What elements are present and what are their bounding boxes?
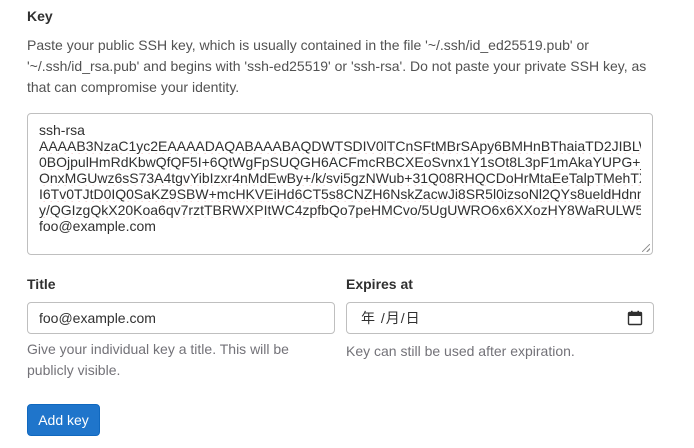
key-line: 0BOjpulHmRdKbwQfQF5I+6QtWgFpSUQGH6ACFmcR… bbox=[39, 154, 641, 170]
add-ssh-key-form: Key Paste your public SSH key, which is … bbox=[0, 0, 694, 448]
title-input[interactable]: foo@example.com bbox=[27, 302, 335, 334]
add-key-button-label: Add key bbox=[38, 412, 89, 428]
resize-grip-icon[interactable] bbox=[642, 244, 650, 252]
expires-help-text: Key can still be used after expiration. bbox=[346, 343, 575, 359]
key-textarea[interactable]: ssh-rsa AAAAB3NzaC1yc2EAAAADAQABAAABAQDW… bbox=[27, 113, 653, 255]
expires-label: Expires at bbox=[346, 276, 413, 292]
date-placeholder: 年 /月/日 bbox=[361, 310, 421, 326]
title-label: Title bbox=[27, 276, 56, 292]
add-key-button[interactable]: Add key bbox=[27, 404, 100, 436]
expires-date-input[interactable]: 年 /月/日 bbox=[346, 302, 654, 334]
key-line: I6Tv0TJtD0IQ0SaKZ9SBW+mcHKVEiHd6CT5s8CNZ… bbox=[39, 186, 641, 202]
title-input-value: foo@example.com bbox=[39, 310, 156, 326]
key-line: foo@example.com bbox=[39, 218, 156, 234]
key-line: AAAAB3NzaC1yc2EAAAADAQABAAABAQDWTSDIV0lT… bbox=[39, 138, 641, 154]
key-line: OnxMGUwz6sS73A4tgvYibIzxr4nMdEwBy+/k/svi… bbox=[39, 170, 641, 186]
key-line: ssh-rsa bbox=[39, 122, 85, 138]
key-help-text: Paste your public SSH key, which is usua… bbox=[27, 37, 647, 95]
calendar-icon[interactable] bbox=[627, 310, 643, 326]
title-help-text: Give your individual key a title. This w… bbox=[27, 341, 289, 378]
key-line: y/QGIzgQkX20Koa6qv7rztTBRWXPItWC4zpfbQo7… bbox=[39, 202, 641, 218]
key-label: Key bbox=[27, 8, 53, 24]
